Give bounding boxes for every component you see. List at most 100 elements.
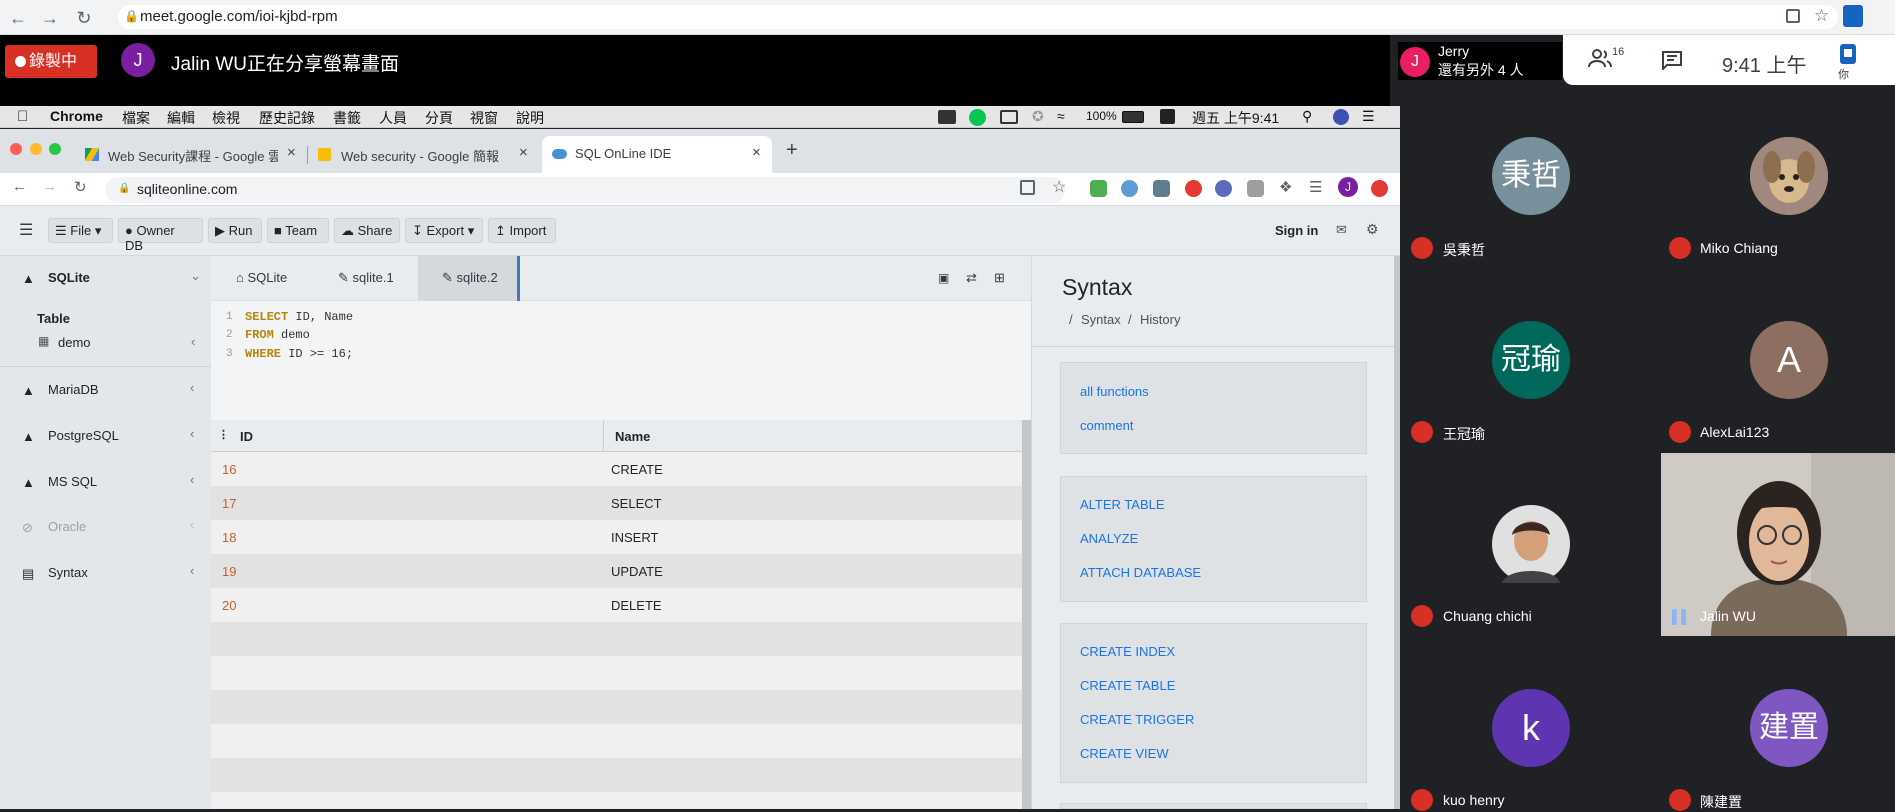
inner-translate-icon[interactable] <box>1020 180 1035 195</box>
run-button[interactable]: ▶ Run <box>208 218 262 243</box>
window-minimize-button[interactable] <box>30 143 42 155</box>
file-button[interactable]: ☰ File ▾ <box>48 218 113 243</box>
extension-blue-icon[interactable] <box>1121 180 1138 197</box>
airplay-icon[interactable] <box>1000 110 1018 124</box>
save-icon[interactable]: ▣ <box>938 271 949 285</box>
wifi-icon[interactable]: ≈ <box>1057 108 1065 124</box>
table-row[interactable]: 17 SELECT <box>211 486 1023 520</box>
hamburger-menu-icon[interactable]: ☰ <box>19 220 33 240</box>
menu-tabs[interactable]: 分頁 <box>425 108 453 128</box>
syntax-link-create-table[interactable]: CREATE TABLE <box>1080 678 1175 693</box>
speaker-video[interactable] <box>1661 453 1895 636</box>
input-method-icon[interactable] <box>1160 109 1175 124</box>
syntax-link-attach-database[interactable]: ATTACH DATABASE <box>1080 565 1201 580</box>
tab-close-icon[interactable]: × <box>287 144 296 161</box>
spotlight-icon[interactable]: ⚲ <box>1302 108 1312 125</box>
tab-close-icon[interactable]: × <box>752 144 761 161</box>
sign-in-link[interactable]: Sign in <box>1275 223 1318 238</box>
settings-gear-icon[interactable]: ⚙ <box>1366 221 1379 238</box>
window-zoom-button[interactable] <box>49 143 61 155</box>
sidebar-item-postgresql[interactable]: ▲ PostgreSQL ‹ <box>0 414 211 458</box>
sidebar-table-demo[interactable]: ▦ demo ‹ <box>0 330 211 356</box>
profile-avatar[interactable]: J <box>1338 177 1358 197</box>
inner-forward-icon[interactable]: → <box>42 178 57 195</box>
owner-db-button[interactable]: ● Owner DB <box>118 218 203 253</box>
column-header-id[interactable]: ⋮ ID <box>211 420 604 452</box>
menu-file[interactable]: 檔案 <box>122 108 150 128</box>
syntax-link-alter-table[interactable]: ALTER TABLE <box>1080 497 1165 512</box>
sidebar-item-mssql[interactable]: ▲ MS SQL ‹ <box>0 460 211 504</box>
inner-star-icon[interactable]: ☆ <box>1052 177 1066 197</box>
window-close-button[interactable] <box>10 143 22 155</box>
menu-window[interactable]: 視窗 <box>470 108 498 128</box>
bluetooth-icon[interactable]: ✪ <box>1032 108 1044 125</box>
extension-icon[interactable] <box>1843 5 1863 27</box>
syntax-link-analyze[interactable]: ANALYZE <box>1080 531 1138 546</box>
apple-icon[interactable]:  <box>17 108 28 125</box>
inner-address-bar[interactable] <box>105 177 1065 203</box>
column-header-name[interactable]: Name <box>604 420 1022 452</box>
tab-close-icon[interactable]: × <box>519 144 528 161</box>
menu-people[interactable]: 人員 <box>379 108 407 128</box>
breadcrumb-syntax[interactable]: Syntax <box>1081 312 1121 327</box>
result-scrollbar[interactable] <box>1022 420 1031 809</box>
control-center-icon[interactable]: ☰ <box>1362 108 1375 125</box>
inner-reload-icon[interactable]: ↻ <box>74 178 87 196</box>
table-row[interactable]: 18 INSERT <box>211 520 1023 554</box>
export-button[interactable]: ↧ Export ▾ <box>405 218 483 243</box>
menu-view[interactable]: 檢視 <box>212 108 240 128</box>
share-button[interactable]: ☁ Share <box>334 218 400 243</box>
extension-red-icon[interactable] <box>1185 180 1202 197</box>
menu-chrome[interactable]: Chrome <box>50 108 103 124</box>
battery-icon[interactable] <box>1122 111 1144 123</box>
reading-list-icon[interactable]: ☰ <box>1309 178 1322 196</box>
mail-icon[interactable]: ✉ <box>1336 222 1347 238</box>
extension-adblock-icon[interactable] <box>1371 180 1388 197</box>
menu-help[interactable]: 說明 <box>516 108 544 128</box>
column-menu-icon[interactable]: ⋮ <box>218 428 229 441</box>
sidebar-item-oracle[interactable]: ⊘ Oracle ‹ <box>0 505 211 549</box>
sidebar-item-syntax[interactable]: ▤ Syntax ‹ <box>0 551 211 595</box>
bookmark-star-icon[interactable]: ☆ <box>1814 6 1829 26</box>
siri-icon[interactable] <box>1333 109 1349 125</box>
tab-web-security-slides[interactable]: Web security - Google 簡報 × <box>318 136 538 173</box>
refresh-icon[interactable]: ⇄ <box>966 270 977 286</box>
screen-record-icon[interactable] <box>938 110 956 124</box>
menu-bookmarks[interactable]: 書籤 <box>333 108 361 128</box>
menu-history[interactable]: 歷史記錄 <box>259 108 315 128</box>
syntax-link-all-functions[interactable]: all functions <box>1080 384 1149 399</box>
extension-shield-icon[interactable] <box>1153 180 1170 197</box>
extensions-puzzle-icon[interactable]: ❖ <box>1279 178 1292 196</box>
add-box-icon[interactable]: ⊞ <box>994 270 1005 286</box>
table-row[interactable]: 20 DELETE <box>211 588 1023 622</box>
editor-tab-sqlite2[interactable]: ✎ sqlite.2 <box>418 256 520 301</box>
syntax-link-create-view[interactable]: CREATE VIEW <box>1080 746 1169 761</box>
translate-icon[interactable] <box>1786 9 1800 23</box>
menu-edit[interactable]: 編輯 <box>167 108 195 128</box>
table-row[interactable]: 16 CREATE <box>211 452 1023 486</box>
sidebar-item-sqlite[interactable]: ▲ SQLite ⌄ <box>0 256 211 300</box>
tab-sql-online-ide[interactable]: SQL OnLine IDE × <box>542 136 772 173</box>
chat-icon[interactable] <box>1661 50 1683 70</box>
table-row[interactable]: 19 UPDATE <box>211 554 1023 588</box>
inner-back-icon[interactable]: ← <box>12 178 27 195</box>
syntax-link-create-trigger[interactable]: CREATE TRIGGER <box>1080 712 1194 727</box>
syntax-link-create-index[interactable]: CREATE INDEX <box>1080 644 1175 659</box>
team-button[interactable]: ■ Team <box>267 218 329 243</box>
syntax-link-comment[interactable]: comment <box>1080 418 1133 433</box>
outer-address-bar[interactable]: 🔒 meet.google.com/ioi-kjbd-rpm <box>118 5 1838 29</box>
extension-check-icon[interactable] <box>1215 180 1232 197</box>
new-tab-icon[interactable]: + <box>786 139 798 162</box>
breadcrumb-history[interactable]: History <box>1140 312 1180 327</box>
people-icon[interactable] <box>1588 48 1612 68</box>
editor-tab-sqlite[interactable]: ⌂ SQLite <box>211 256 314 301</box>
forward-icon[interactable]: → <box>40 8 60 28</box>
tab-web-security-drive[interactable]: Web Security課程 - Google 雲端 × <box>85 136 305 173</box>
sidebar-item-mariadb[interactable]: ▲ MariaDB ‹ <box>0 368 211 412</box>
extension-green-icon[interactable] <box>1090 180 1107 197</box>
reload-icon[interactable]: ↻ <box>74 8 94 28</box>
back-icon[interactable]: ← <box>8 8 28 28</box>
editor-tab-sqlite1[interactable]: ✎ sqlite.1 <box>314 256 417 301</box>
extension-image-icon[interactable] <box>1247 180 1264 197</box>
line-app-icon[interactable] <box>969 109 986 126</box>
